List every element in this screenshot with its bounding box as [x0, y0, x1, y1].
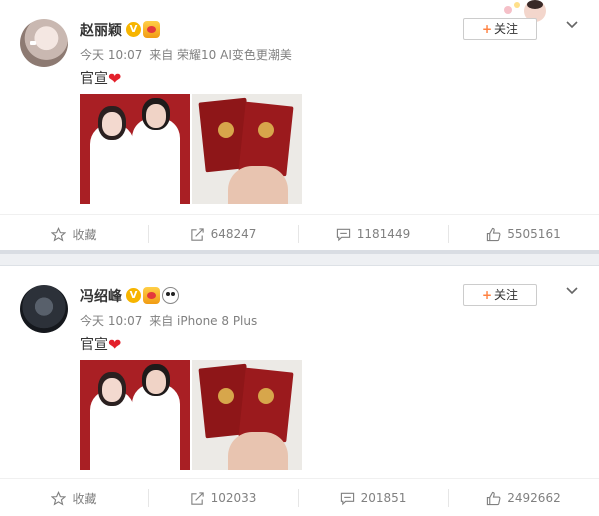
like-count: 2492662 [507, 491, 561, 505]
panda-badge-icon [162, 287, 179, 304]
chevron-down-icon[interactable] [564, 282, 580, 298]
star-icon [51, 226, 67, 241]
comment-button[interactable]: 1181449 [298, 215, 448, 253]
repost-count: 102033 [210, 491, 257, 505]
collect-button[interactable]: 收藏 [0, 479, 148, 516]
verified-badge-icon: V [126, 22, 141, 37]
like-button[interactable]: 5505161 [448, 215, 599, 253]
comment-icon [340, 492, 354, 505]
avatar[interactable] [20, 19, 68, 67]
collect-button[interactable]: 收藏 [0, 215, 148, 253]
post-separator [0, 250, 599, 266]
post-time[interactable]: 今天 10:07 [80, 48, 142, 62]
post-card-1: 赵丽颖 V 今天 10:07 来自 荣耀10 AI变色更潮美 官宣❤ + 关注 收… [0, 0, 599, 250]
comment-icon [336, 228, 350, 241]
vip-badge-icon [143, 21, 160, 38]
post-source[interactable]: 来自 荣耀10 AI变色更潮美 [149, 48, 292, 62]
thumbs-up-icon [487, 227, 501, 241]
heart-icon: ❤ [108, 69, 122, 88]
avatar[interactable] [20, 285, 68, 333]
post-text-content: 官宣 [80, 71, 108, 87]
comment-button[interactable]: 201851 [298, 479, 448, 516]
share-icon [190, 227, 204, 241]
repost-button[interactable]: 648247 [148, 215, 298, 253]
thumbs-up-icon [487, 491, 501, 505]
post-image-couple[interactable] [80, 360, 190, 470]
follow-button[interactable]: + 关注 [463, 284, 537, 306]
plus-icon: + [481, 22, 493, 36]
collect-label: 收藏 [72, 227, 97, 242]
post-image-couple[interactable] [80, 94, 190, 204]
comment-count: 201851 [360, 491, 407, 505]
plus-icon: + [481, 288, 493, 302]
chevron-down-icon[interactable] [564, 16, 580, 32]
collect-label: 收藏 [72, 491, 97, 506]
post-card-2: 冯绍峰 V 今天 10:07 来自 iPhone 8 Plus 官宣❤ + 关注 … [0, 266, 599, 516]
post-text: 官宣❤ [80, 334, 121, 354]
action-bar: 收藏 648247 1181449 5505161 [0, 214, 599, 252]
action-bar: 收藏 102033 201851 2492662 [0, 478, 599, 516]
post-meta: 今天 10:07 来自 荣耀10 AI变色更潮美 [80, 46, 295, 63]
like-count: 5505161 [507, 227, 561, 241]
share-icon [190, 491, 204, 505]
username[interactable]: 赵丽颖 [80, 20, 122, 40]
follow-button[interactable]: + 关注 [463, 18, 537, 40]
post-text-content: 官宣 [80, 337, 108, 353]
repost-button[interactable]: 102033 [148, 479, 298, 516]
like-button[interactable]: 2492662 [448, 479, 599, 516]
post-source[interactable]: 来自 iPhone 8 Plus [149, 314, 257, 328]
repost-count: 648247 [210, 227, 257, 241]
heart-icon: ❤ [108, 335, 122, 354]
username[interactable]: 冯绍峰 [80, 286, 122, 306]
post-image-certificates[interactable] [192, 360, 302, 470]
post-image-certificates[interactable] [192, 94, 302, 204]
post-meta: 今天 10:07 来自 iPhone 8 Plus [80, 312, 260, 329]
post-text: 官宣❤ [80, 68, 121, 88]
star-icon [51, 490, 67, 505]
comment-count: 1181449 [356, 227, 411, 241]
verified-badge-icon: V [126, 288, 141, 303]
follow-label: 关注 [494, 288, 519, 302]
vip-badge-icon [143, 287, 160, 304]
post-time[interactable]: 今天 10:07 [80, 314, 142, 328]
follow-label: 关注 [494, 22, 519, 36]
